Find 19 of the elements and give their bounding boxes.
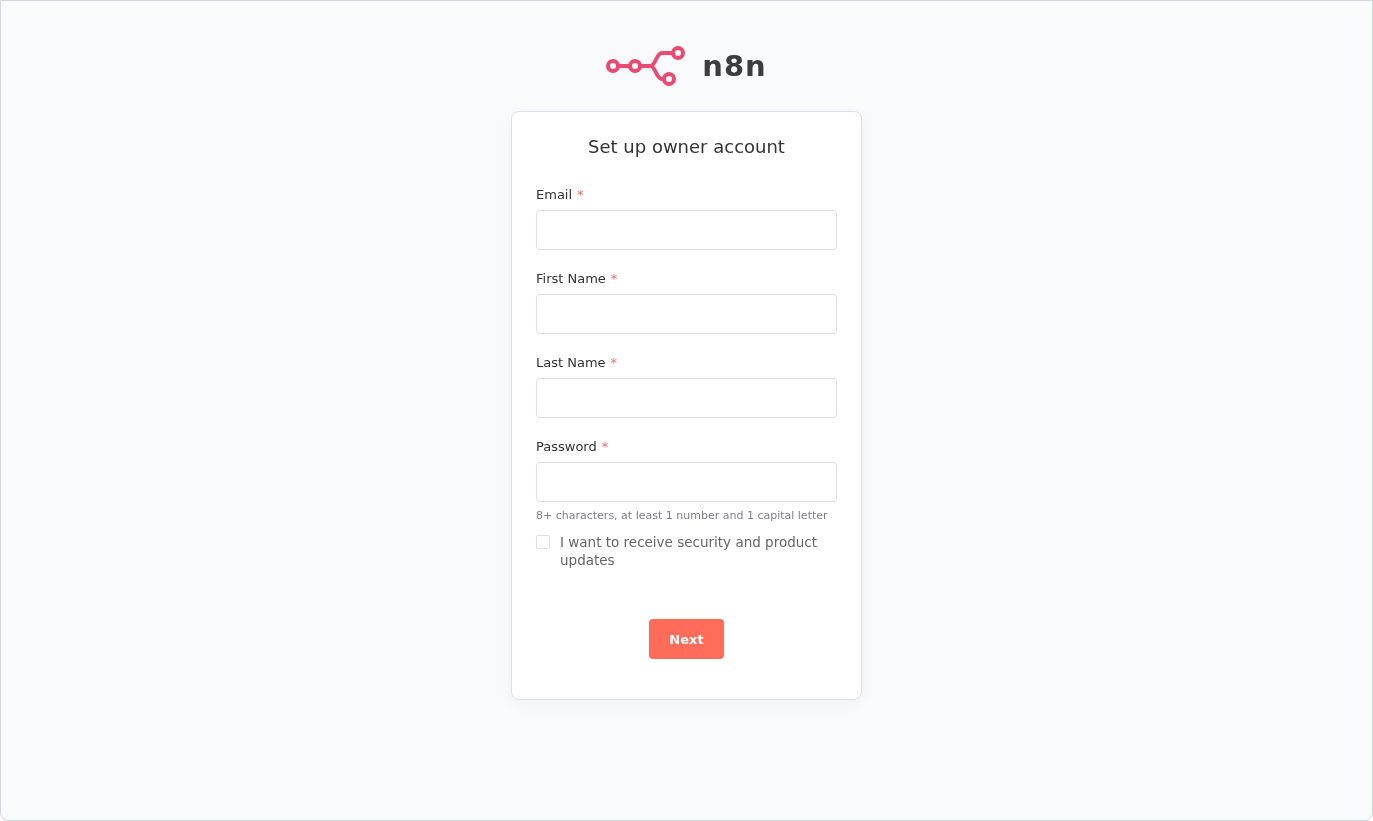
input-field[interactable]: [536, 378, 837, 418]
checkbox[interactable]: [536, 535, 550, 549]
required-mark: *: [577, 187, 584, 202]
input-field[interactable]: [536, 210, 837, 250]
logo-icon: [606, 45, 687, 87]
input-field[interactable]: [536, 462, 837, 502]
logo-wordmark: n8n: [702, 49, 767, 83]
field-label: Password: [536, 439, 597, 454]
input-field[interactable]: [536, 294, 837, 334]
form-title: Set up owner account: [587, 136, 786, 157]
next-button[interactable]: Next: [649, 619, 724, 659]
field-label: First Name: [536, 271, 606, 286]
field-label: Last Name: [536, 355, 606, 370]
checkbox-label: I want to receive security and product updates: [560, 533, 818, 569]
required-mark: *: [610, 355, 618, 370]
required-mark: *: [601, 439, 609, 454]
required-mark: *: [610, 271, 618, 286]
hint-text: 8+ characters, at least 1 number and 1 capital letter: [536, 509, 829, 522]
field-label: Email: [536, 187, 573, 202]
